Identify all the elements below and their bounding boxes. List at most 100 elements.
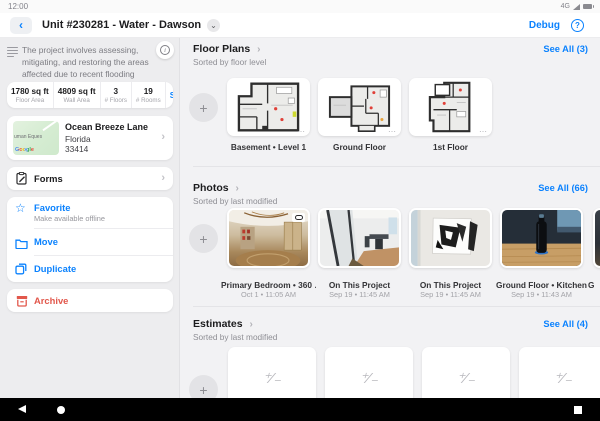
map-thumbnail[interactable]: uman Eques Google <box>13 121 59 155</box>
photo-thumbnail <box>229 210 308 266</box>
favorite-button[interactable]: ☆ Favorite Make available offline <box>7 197 173 228</box>
google-logo: Google <box>15 147 34 153</box>
plus-icon: + <box>199 230 208 247</box>
add-estimate-button[interactable]: + <box>189 375 218 398</box>
floor-plan-label: Basement • Level 1 <box>230 142 307 152</box>
photo-card-project-1[interactable] <box>318 208 401 268</box>
main-content: Floor Plans › See All (3) Sorted by floo… <box>180 38 600 398</box>
add-photo-button[interactable]: + <box>189 224 218 253</box>
estimate-card[interactable]: ⁺⁄₋ <box>325 347 413 398</box>
floor-plans-subtitle: Sorted by floor level <box>193 57 267 67</box>
project-stats-bar[interactable]: 1780 sq ft Floor Area 4809 sq ft Wall Ar… <box>7 82 173 108</box>
photo-card-project-2[interactable] <box>409 208 492 268</box>
stats-overflow-text: Se <box>169 90 173 100</box>
estimates-subtitle: Sorted by last modified <box>193 332 278 342</box>
chevron-right-icon: › <box>257 44 261 55</box>
more-options-button[interactable]: ⋯ <box>297 127 306 136</box>
android-nav-bar <box>0 398 600 421</box>
pano-360-icon <box>292 213 305 222</box>
duplicate-button[interactable]: Duplicate <box>7 256 173 282</box>
estimates-header[interactable]: Estimates › <box>193 318 253 330</box>
add-floor-plan-button[interactable]: + <box>189 93 218 122</box>
plus-minus-icon: ⁺⁄₋ <box>456 370 476 387</box>
duplicate-label: Duplicate <box>34 263 77 274</box>
help-button[interactable]: ? <box>571 18 584 32</box>
network-label: 4G <box>560 3 570 10</box>
floor-plan-label: Ground Floor <box>333 142 386 152</box>
star-icon: ☆ <box>15 201 26 215</box>
stat-floors: 3 # Floors <box>101 82 132 108</box>
status-bar: 12:00 4G <box>0 0 600 13</box>
nav-back-button[interactable] <box>18 405 26 413</box>
photo-thumbnail <box>411 210 490 266</box>
folder-icon <box>15 236 28 254</box>
forms-button[interactable]: Forms › <box>7 167 173 190</box>
photo-card-partial[interactable] <box>593 208 600 268</box>
plus-icon: + <box>199 381 208 398</box>
info-button[interactable]: i <box>156 41 174 59</box>
archive-label: Archive <box>34 295 69 306</box>
nav-home-button[interactable] <box>57 405 65 414</box>
address-card[interactable]: uman Eques Google Ocean Breeze Lane Flor… <box>7 116 173 160</box>
stat-floor-area: 1780 sq ft Floor Area <box>7 82 54 108</box>
chevron-right-icon: › <box>235 183 239 194</box>
actions-card: ☆ Favorite Make available offline Move D… <box>7 197 173 282</box>
floor-plan-drawing <box>237 82 300 132</box>
more-options-button[interactable]: ⋯ <box>388 127 397 136</box>
favorite-label: Favorite <box>34 202 71 213</box>
chevron-right-icon: › <box>249 319 253 330</box>
plus-minus-icon: ⁺⁄₋ <box>262 370 282 387</box>
photo-label: G <box>588 280 595 290</box>
page-title: Unit #230281 - Water - Dawson <box>42 19 202 31</box>
back-button[interactable]: ‹ <box>10 17 32 34</box>
nav-overview-button[interactable] <box>574 405 582 414</box>
signal-icon <box>573 3 580 10</box>
address-line1: Ocean Breeze Lane <box>65 122 149 132</box>
header: ‹ Unit #230281 - Water - Dawson ⌄ Debug … <box>0 13 600 38</box>
photos-see-all[interactable]: See All (66) <box>538 183 588 193</box>
info-icon: i <box>160 45 170 55</box>
section-divider <box>193 306 600 307</box>
photo-thumbnail <box>502 210 581 266</box>
photo-date: Sep 19 • 11:43 AM <box>511 290 572 299</box>
estimates-see-all[interactable]: See All (4) <box>543 319 588 329</box>
move-label: Move <box>34 236 58 247</box>
photo-label: On This Project <box>328 280 391 290</box>
more-options-button[interactable]: ⋯ <box>479 127 488 136</box>
sidebar: The project involves assessing, mitigati… <box>0 38 180 398</box>
stat-rooms: 19 # Rooms <box>132 82 166 108</box>
floor-plan-drawing <box>328 85 391 133</box>
title-expand-button[interactable]: ⌄ <box>207 18 220 32</box>
chevron-right-icon: › <box>161 172 165 184</box>
estimate-card[interactable]: ⁺⁄₋ <box>422 347 510 398</box>
estimate-card[interactable]: ⁺⁄₋ <box>519 347 600 398</box>
archive-button[interactable]: Archive <box>7 289 173 312</box>
clipboard-icon <box>16 171 28 190</box>
photo-label: On This Project <box>419 280 482 290</box>
photo-date: Sep 19 • 11:45 AM <box>420 290 481 299</box>
plus-minus-icon: ⁺⁄₋ <box>553 370 573 387</box>
estimate-card[interactable]: ⁺⁄₋ <box>228 347 316 398</box>
floor-plan-card-first[interactable]: ⋯ <box>409 78 492 136</box>
floor-plan-card-ground[interactable]: ⋯ <box>318 78 401 136</box>
floor-plans-header[interactable]: Floor Plans › <box>193 43 260 55</box>
photo-date: Oct 1 • 11:05 AM <box>240 290 297 299</box>
debug-button[interactable]: Debug <box>529 20 560 31</box>
floor-plans-see-all[interactable]: See All (3) <box>543 44 588 54</box>
chevron-down-icon: ⌄ <box>210 20 217 30</box>
address-line2: Florida <box>65 134 91 144</box>
archive-box-icon <box>16 294 28 312</box>
app-screen: 12:00 4G ‹ Unit #230281 - Water - Dawson… <box>0 0 600 421</box>
photos-header[interactable]: Photos › <box>193 182 239 194</box>
photo-card-primary-bedroom[interactable] <box>227 208 310 268</box>
plus-minus-icon: ⁺⁄₋ <box>359 370 379 387</box>
question-icon: ? <box>575 20 580 30</box>
chevron-right-icon: › <box>161 131 165 143</box>
photo-card-kitchen[interactable] <box>500 208 583 268</box>
forms-label: Forms <box>34 173 63 184</box>
floor-plan-card-basement[interactable]: ⋯ <box>227 78 310 136</box>
description-icon <box>7 47 18 59</box>
photo-thumbnail <box>595 210 600 266</box>
address-line3: 33414 <box>65 144 89 154</box>
move-button[interactable]: Move <box>7 229 173 255</box>
